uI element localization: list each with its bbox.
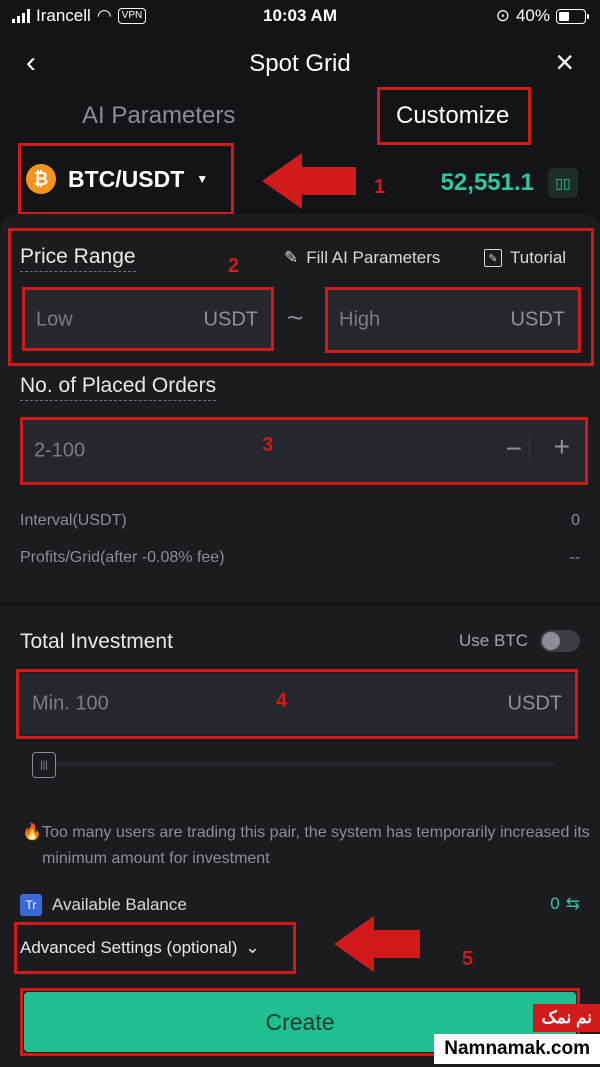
warning-text: Too many users are trading this pair, th… <box>42 824 590 867</box>
profits-label: Profits/Grid(after -0.08% fee) <box>20 549 225 566</box>
profits-value: -- <box>569 549 580 566</box>
rotation-lock-icon: ⊙ <box>495 6 510 25</box>
available-balance-label: Available Balance <box>52 895 187 914</box>
status-bar: Irancell ◠ VPN 10:03 AM ⊙ 40% <box>0 0 600 32</box>
profits-row: Profits/Grid(after -0.08% fee) -- <box>20 549 580 567</box>
annotation-box-advanced <box>14 922 296 974</box>
use-btc-toggle[interactable] <box>540 630 580 652</box>
range-separator: ~ <box>287 302 304 333</box>
current-price: 52,551.1 <box>440 169 534 196</box>
annotation-box-high <box>325 287 581 353</box>
warning-message: 🔥 Too many users are trading this pair, … <box>20 820 590 872</box>
orders-label: No. of Placed Orders <box>20 374 217 401</box>
interval-label: Interval(USDT) <box>20 512 127 529</box>
tab-ai-parameters[interactable]: AI Parameters <box>82 102 235 130</box>
annotation-number-5: 5 <box>462 948 474 970</box>
available-balance-row: Tr Available Balance <box>20 894 187 916</box>
transfer-icon: Tr <box>20 894 42 916</box>
nav-bar: ‹ Spot Grid × <box>0 40 600 84</box>
battery-icon <box>556 8 589 24</box>
interval-row: Interval(USDT) 0 <box>20 512 580 530</box>
annotation-box-pair <box>18 143 234 215</box>
annotation-number-4: 4 <box>276 690 288 712</box>
interval-value: 0 <box>571 512 580 529</box>
annotation-number-3: 3 <box>262 434 274 456</box>
balance-value-row[interactable]: 0 ⇆ <box>550 894 580 914</box>
annotation-box-orders <box>20 417 588 485</box>
candlestick-chart-icon[interactable]: ▯▯ <box>548 168 578 198</box>
available-balance-value: 0 <box>550 894 560 913</box>
watermark-url: Namnamak.com <box>434 1034 600 1064</box>
page-title: Spot Grid <box>249 50 351 77</box>
annotation-box-low <box>22 287 274 351</box>
swap-arrows-icon: ⇆ <box>565 894 580 913</box>
use-btc-toggle-row: Use BTC <box>459 630 580 652</box>
annotation-box-investment <box>16 669 578 739</box>
watermark-persian: نم نمک <box>533 1004 600 1032</box>
investment-slider-track[interactable] <box>34 762 554 766</box>
annotation-box-customize <box>377 87 531 145</box>
battery-percent: 40% <box>515 6 550 25</box>
slider-handle-icon[interactable]: ||| <box>32 752 56 778</box>
use-btc-label: Use BTC <box>459 631 528 650</box>
total-investment-label: Total Investment <box>20 630 173 653</box>
fire-icon: 🔥 <box>22 824 42 841</box>
close-icon[interactable]: × <box>555 44 574 81</box>
annotation-number-1: 1 <box>374 176 386 198</box>
